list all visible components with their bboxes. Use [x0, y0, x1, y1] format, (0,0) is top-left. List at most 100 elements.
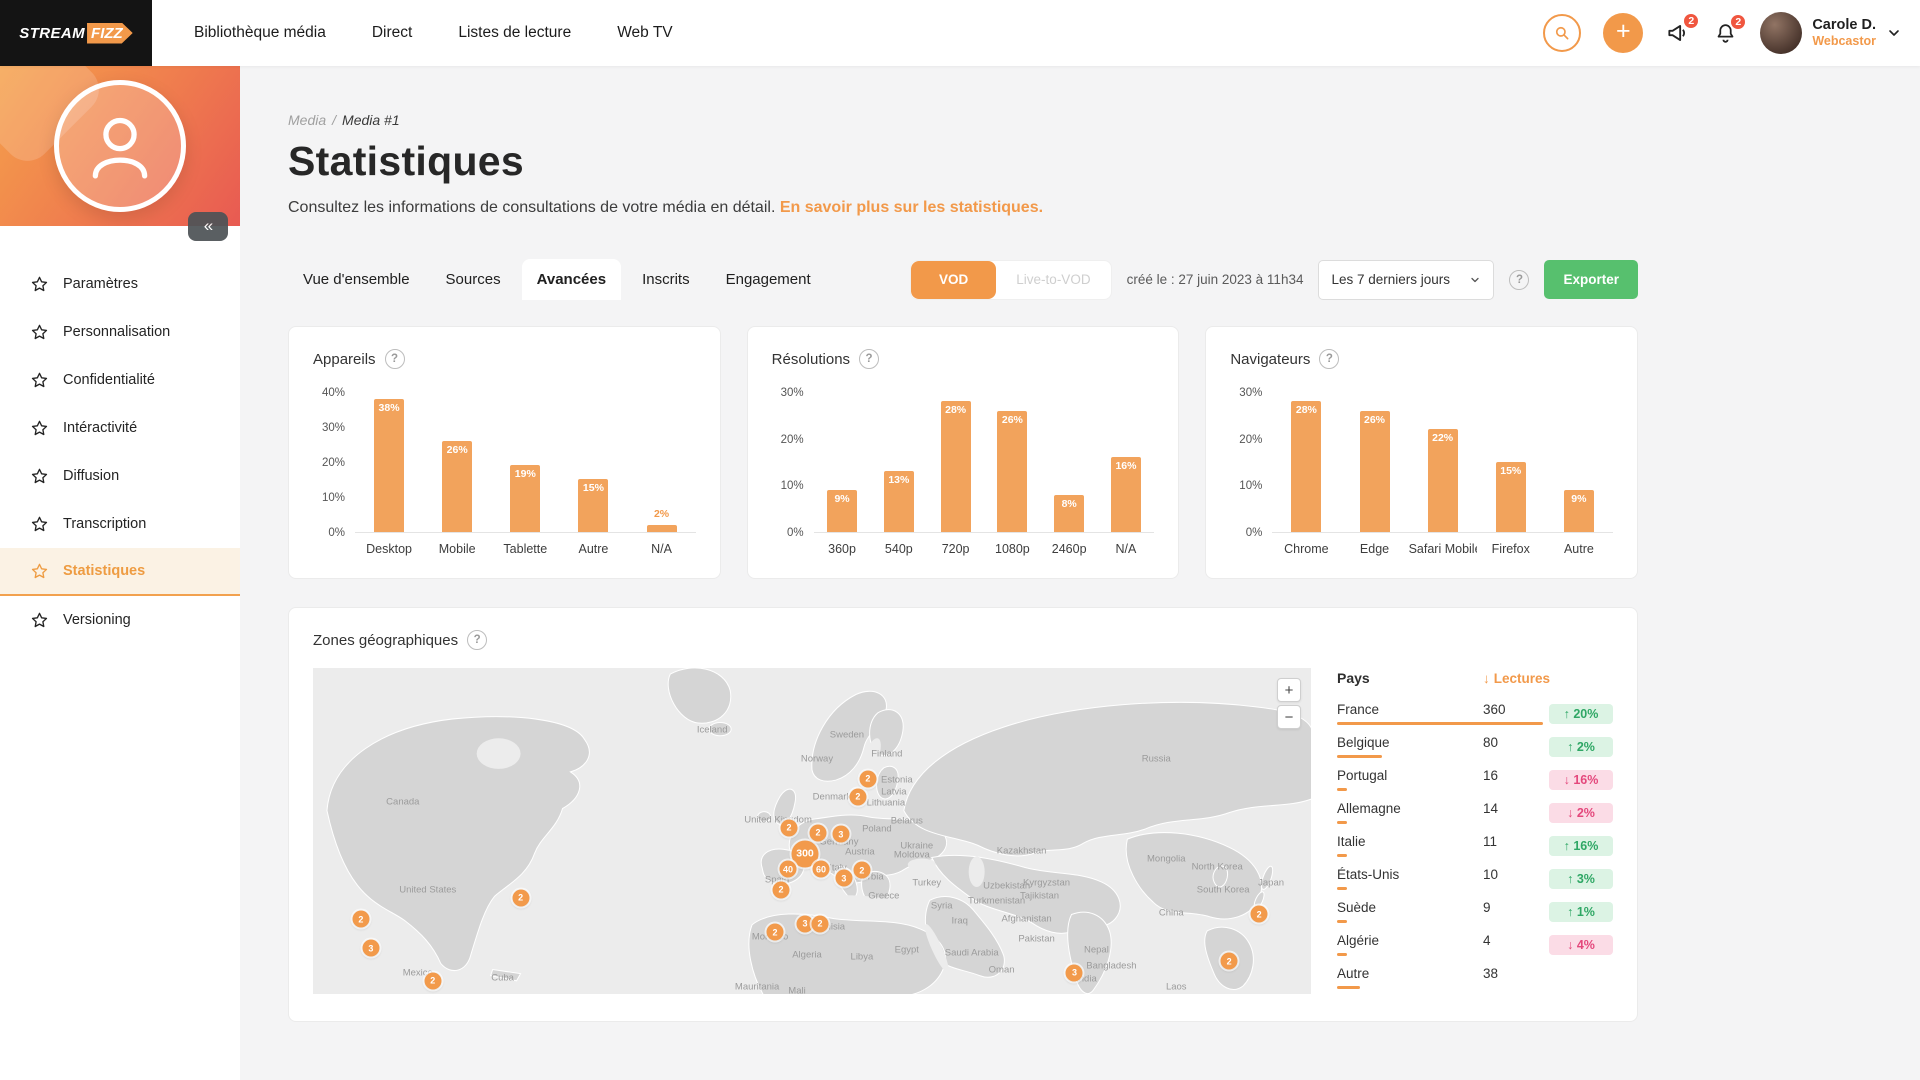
sidebar-item-statistiques[interactable]: Statistiques — [0, 548, 240, 596]
world-map[interactable]: CanadaUnited StatesMexicoCubaIcelandNorw… — [313, 668, 1311, 994]
tabs-toolbar-row: Vue d'ensembleSourcesAvancéesInscritsEng… — [288, 259, 1638, 300]
sidebar-item-transcription[interactable]: Transcription — [0, 500, 240, 548]
bar-mobile[interactable]: 26% — [442, 441, 472, 532]
zoom-in-button[interactable]: + — [1277, 678, 1301, 702]
sidebar-item-diffusion[interactable]: Diffusion — [0, 452, 240, 500]
sidebar-item-confidentialite[interactable]: Confidentialité — [0, 356, 240, 404]
user-info: Carole D. Webcastor — [1812, 16, 1876, 50]
bar-n-a[interactable]: 16% — [1111, 457, 1141, 532]
nav-item-web-tv[interactable]: Web TV — [617, 24, 672, 42]
sidebar-item-personnalisation[interactable]: Personnalisation — [0, 308, 240, 356]
user-menu[interactable]: Carole D. Webcastor — [1760, 12, 1902, 54]
map-marker[interactable]: 3 — [835, 870, 852, 887]
tab-avancees[interactable]: Avancées — [522, 259, 622, 300]
map-marker[interactable]: 2 — [811, 915, 828, 932]
change-badge-up: ↑ 20% — [1549, 704, 1613, 724]
map-marker[interactable]: 2 — [853, 862, 870, 879]
browsers-bar-chart: 30%20%10%0% 28%26%22%15%9% ChromeEdgeSaf… — [1230, 393, 1613, 556]
views-count: 80 — [1483, 735, 1543, 750]
map-marker[interactable]: 2 — [424, 972, 441, 989]
bar-value: 26% — [1002, 414, 1023, 426]
bar-safari-mobile[interactable]: 22% — [1428, 429, 1458, 532]
page-subtitle: Consultez les informations de consultati… — [288, 199, 1638, 217]
help-icon[interactable]: ? — [385, 349, 405, 369]
period-select[interactable]: Les 7 derniers jours — [1318, 260, 1494, 300]
map-marker[interactable]: 3 — [832, 826, 849, 843]
tab-vue-d-ensemble[interactable]: Vue d'ensemble — [288, 259, 425, 300]
x-label: Tablette — [491, 542, 559, 556]
map-marker[interactable]: 2 — [773, 881, 790, 898]
map-marker[interactable]: 2 — [859, 770, 876, 787]
sidebar-item-interactivite[interactable]: Intéractivité — [0, 404, 240, 452]
country-name: Portugal — [1337, 768, 1483, 783]
map-marker[interactable]: 2 — [512, 889, 529, 906]
x-label: 540p — [870, 542, 927, 556]
bar-tablette[interactable]: 19% — [510, 465, 540, 532]
map-marker[interactable]: 2 — [1251, 906, 1268, 923]
learn-more-link[interactable]: En savoir plus sur les statistiques. — [780, 199, 1043, 216]
map-marker[interactable]: 2 — [809, 824, 826, 841]
nav-item-listes-de-lecture[interactable]: Listes de lecture — [458, 24, 571, 42]
sidebar-item-label: Intéractivité — [63, 420, 137, 436]
brand-logo[interactable]: STREAMFIZZ — [0, 0, 152, 66]
devices-chart-card: Appareils ? 40%30%20%10%0% 38%26%19%15%2… — [288, 326, 721, 579]
help-icon[interactable]: ? — [467, 630, 487, 650]
geo-row-portugal: Portugal16↓ 16% — [1337, 768, 1613, 791]
help-icon[interactable]: ? — [1319, 349, 1339, 369]
map-marker[interactable]: 3 — [1066, 964, 1083, 981]
bar-720p[interactable]: 28% — [941, 401, 971, 532]
charts-row: Appareils ? 40%30%20%10%0% 38%26%19%15%2… — [288, 326, 1638, 579]
bar-n-a[interactable]: 2% — [647, 525, 677, 532]
bar-chrome[interactable]: 28% — [1291, 401, 1321, 532]
breadcrumb-media[interactable]: Media — [288, 112, 326, 128]
bar-desktop[interactable]: 38% — [374, 399, 404, 532]
sidebar-collapse-button[interactable]: « — [188, 212, 228, 241]
notifications-button[interactable]: 2 — [1713, 21, 1738, 46]
bar-edge[interactable]: 26% — [1360, 411, 1390, 532]
bar-value: 26% — [1364, 414, 1385, 426]
country-name: France — [1337, 702, 1483, 717]
views-count: 4 — [1483, 933, 1543, 948]
tab-sources[interactable]: Sources — [431, 259, 516, 300]
bar-autre[interactable]: 15% — [578, 479, 608, 532]
bar-firefox[interactable]: 15% — [1496, 462, 1526, 532]
nav-item-bibliotheque-media[interactable]: Bibliothèque média — [194, 24, 326, 42]
map-marker[interactable]: 3 — [362, 940, 379, 957]
help-icon[interactable]: ? — [1509, 270, 1529, 290]
announcements-button[interactable]: 2 — [1665, 20, 1691, 46]
map-marker[interactable]: 60 — [812, 861, 829, 878]
tabs: Vue d'ensembleSourcesAvancéesInscritsEng… — [288, 259, 826, 300]
bar-2460p[interactable]: 8% — [1054, 495, 1084, 532]
map-marker[interactable]: 2 — [352, 911, 369, 928]
bar-1080p[interactable]: 26% — [997, 411, 1027, 532]
map-marker[interactable]: 40 — [780, 861, 797, 878]
media-thumbnail[interactable] — [0, 66, 240, 226]
search-button[interactable] — [1543, 14, 1581, 52]
zoom-out-button[interactable]: − — [1277, 705, 1301, 729]
tab-inscrits[interactable]: Inscrits — [627, 259, 705, 300]
add-media-button[interactable]: + — [1603, 13, 1643, 53]
map-marker[interactable]: 2 — [849, 788, 866, 805]
geo-row-france: France360 ↑ 20% — [1337, 702, 1613, 725]
bar-autre[interactable]: 9% — [1564, 490, 1594, 532]
sidebar-item-parametres[interactable]: Paramètres — [0, 260, 240, 308]
map-marker[interactable]: 2 — [781, 819, 798, 836]
views-bar — [1337, 854, 1347, 857]
map-marker[interactable]: 2 — [767, 924, 784, 941]
bar-360p[interactable]: 9% — [827, 490, 857, 532]
geo-col-lectures[interactable]: ↓ Lectures — [1483, 671, 1613, 686]
star-icon — [30, 371, 49, 390]
nav-item-direct[interactable]: Direct — [372, 24, 412, 42]
views-count: 360 — [1483, 702, 1543, 717]
bar-540p[interactable]: 13% — [884, 471, 914, 532]
geo-col-pays[interactable]: Pays — [1337, 670, 1483, 686]
tab-engagement[interactable]: Engagement — [711, 259, 826, 300]
period-select-value: Les 7 derniers jours — [1331, 272, 1450, 287]
bar-value: 22% — [1432, 432, 1453, 444]
map-marker[interactable]: 2 — [1221, 953, 1238, 970]
live-to-vod-option[interactable]: Live-to-VOD — [996, 272, 1110, 287]
sidebar-item-versioning[interactable]: Versioning — [0, 596, 240, 644]
vod-option[interactable]: VOD — [911, 261, 996, 299]
export-button[interactable]: Exporter — [1544, 260, 1638, 299]
help-icon[interactable]: ? — [859, 349, 879, 369]
